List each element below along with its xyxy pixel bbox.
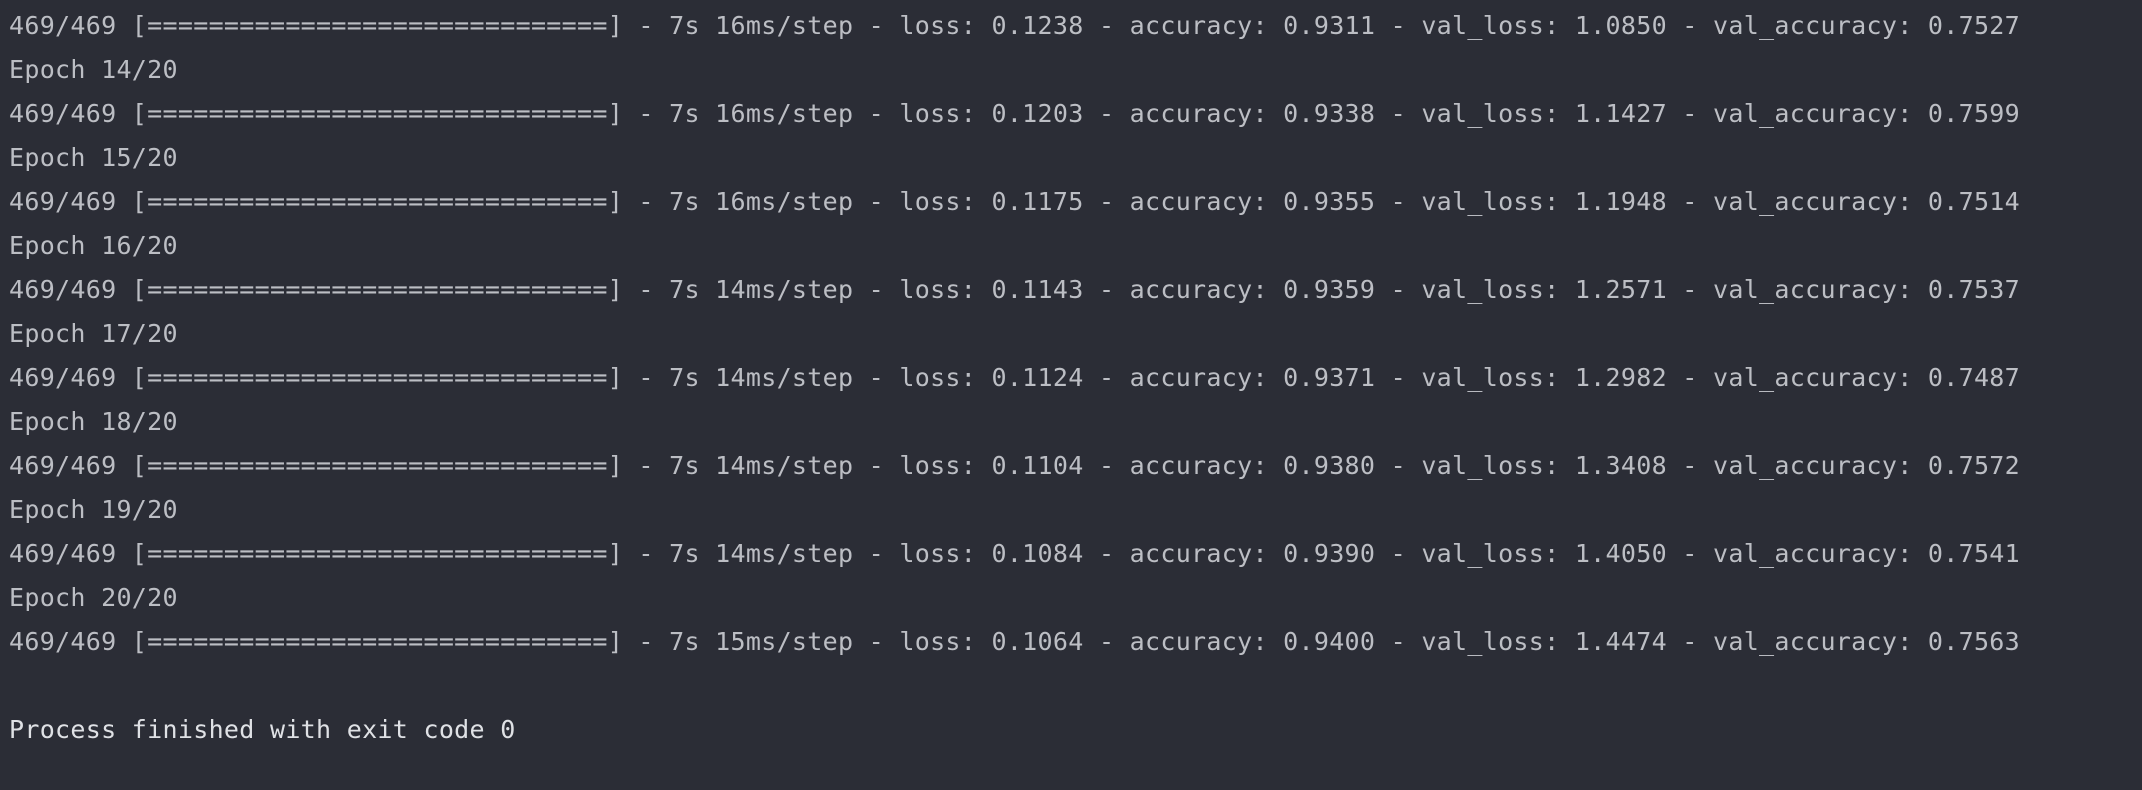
epoch-header: Epoch 15/20 [9, 143, 178, 172]
epoch-header: Epoch 20/20 [9, 583, 178, 612]
epoch-header: Epoch 19/20 [9, 495, 178, 524]
process-exit-message: Process finished with exit code 0 [9, 715, 516, 744]
epoch-header: Epoch 16/20 [9, 231, 178, 260]
epoch-header: Epoch 18/20 [9, 407, 178, 436]
progress-line: 469/469 [==============================]… [9, 99, 2021, 128]
progress-line: 469/469 [==============================]… [9, 451, 2021, 480]
progress-line: 469/469 [==============================]… [9, 187, 2021, 216]
progress-line: 469/469 [==============================]… [9, 539, 2021, 568]
progress-line: 469/469 [==============================]… [9, 363, 2021, 392]
epoch-header: Epoch 17/20 [9, 319, 178, 348]
console-output[interactable]: 469/469 [==============================]… [0, 0, 2142, 790]
epoch-header: Epoch 14/20 [9, 55, 178, 84]
progress-line: 469/469 [==============================]… [9, 11, 2021, 40]
progress-line: 469/469 [==============================]… [9, 627, 2021, 656]
progress-line: 469/469 [==============================]… [9, 275, 2021, 304]
